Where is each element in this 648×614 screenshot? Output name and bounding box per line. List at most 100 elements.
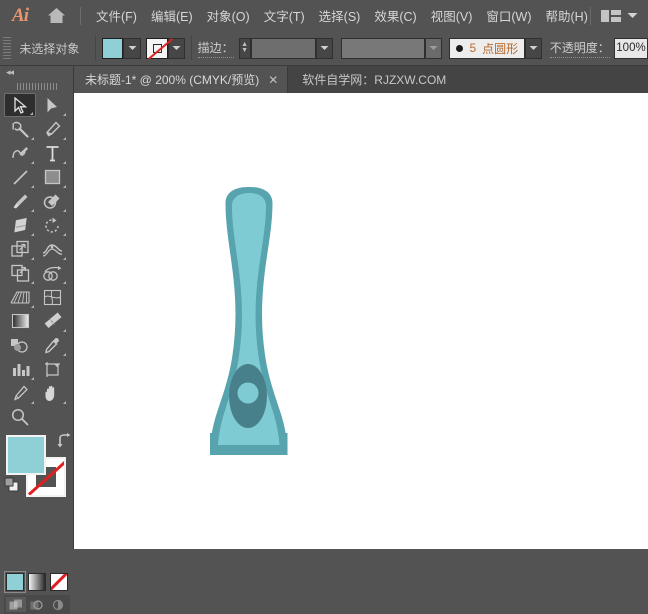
fill-color-swatch[interactable] (6, 435, 46, 475)
rectangle-tool[interactable] (36, 165, 68, 189)
free-transform-tool[interactable] (4, 261, 36, 285)
tool-menu-indicator (63, 401, 66, 404)
width-tool[interactable] (36, 237, 68, 261)
blend-tool[interactable] (4, 333, 36, 357)
app-logo: Ai (12, 4, 29, 26)
tool-menu-indicator (31, 137, 34, 140)
zoom-tool[interactable] (4, 405, 36, 429)
draw-inside-button[interactable] (48, 597, 68, 612)
chevron-down-icon (529, 46, 538, 50)
document-canvas[interactable] (74, 93, 648, 549)
column-graph-tool[interactable] (4, 357, 36, 381)
magic-wand-tool[interactable] (4, 117, 36, 141)
tool-menu-indicator (63, 329, 66, 332)
brush-dropdown-button[interactable] (525, 37, 543, 59)
stroke-swatch[interactable] (146, 37, 174, 60)
curvature-tool[interactable] (4, 141, 36, 165)
illustrator-window: Ai 文件(F) 编辑(E) 对象(O) 文字(T) 选择(S) 效果(C) 视… (0, 0, 648, 614)
brush-name: 点圆形 (482, 41, 519, 56)
tool-menu-indicator (31, 257, 34, 260)
close-icon[interactable]: ✕ (268, 74, 278, 86)
menu-file[interactable]: 文件(F) (89, 2, 144, 29)
artwork-layer[interactable] (74, 93, 648, 549)
chevron-down-icon (320, 46, 329, 50)
menu-select[interactable]: 选择(S) (312, 2, 368, 29)
color-mode-button[interactable] (4, 571, 26, 593)
document-tab-bar: 未标题-1* @ 200% (CMYK/预览) ✕ 软件自学网：RJZXW.CO… (74, 66, 648, 93)
menu-window[interactable]: 窗口(W) (479, 2, 538, 29)
draw-behind-button[interactable] (27, 597, 47, 612)
spatula-hole[interactable] (237, 382, 259, 404)
rotate-tool[interactable] (36, 213, 68, 237)
draw-mode-row (4, 595, 70, 614)
menu-items: 文件(F) 编辑(E) 对象(O) 文字(T) 选择(S) 效果(C) 视图(V… (89, 2, 595, 29)
fill-dropdown-button[interactable] (123, 37, 141, 59)
eyedropper-tool[interactable] (36, 333, 68, 357)
artboard-tool[interactable] (36, 357, 68, 381)
tool-menu-indicator (31, 161, 34, 164)
brush-dot-icon (456, 44, 464, 52)
menu-edit[interactable]: 编辑(E) (144, 2, 200, 29)
tool-menu-indicator (63, 185, 66, 188)
control-bar: 未选择对象 描边： ▲ ▼ 5 点圆形 不透明度： 100% (0, 31, 648, 66)
selection-status: 未选择对象 (19, 41, 80, 56)
menu-object[interactable]: 对象(O) (200, 2, 257, 29)
scale-tool[interactable] (4, 237, 36, 261)
fill-swatch[interactable] (102, 37, 124, 59)
workspace-switcher-icon (601, 9, 621, 22)
document-tab-title: 未标题-1* @ 200% (CMYK/预览) (85, 73, 260, 87)
menu-effect[interactable]: 效果(C) (367, 2, 423, 29)
tool-menu-indicator (63, 137, 66, 140)
chevron-down-icon (128, 46, 137, 50)
mesh-tool[interactable] (36, 285, 68, 309)
selection-tool[interactable] (4, 93, 36, 117)
default-fill-stroke-icon[interactable] (4, 477, 20, 498)
direct-selection-tool[interactable] (36, 93, 68, 117)
tools-panel-grip[interactable] (0, 79, 73, 93)
stroke-weight-label[interactable]: 描边： (197, 39, 234, 58)
swap-fill-stroke-icon[interactable] (56, 433, 72, 453)
stroke-profile-dropdown-button[interactable] (424, 37, 442, 59)
gradient-mode-button[interactable] (28, 573, 46, 591)
control-bar-grip[interactable] (3, 37, 12, 59)
paintbrush-tool[interactable] (4, 189, 36, 213)
tool-menu-indicator (63, 161, 66, 164)
tools-collapse-button[interactable]: ◂◂ (0, 66, 73, 79)
tool-menu-indicator (63, 281, 66, 284)
opacity-input[interactable]: 100% (613, 37, 648, 59)
draw-normal-button[interactable] (6, 597, 26, 612)
stroke-profile-input[interactable] (340, 37, 425, 59)
shaper-tool[interactable] (36, 189, 68, 213)
perspective-grid-tool[interactable] (4, 285, 36, 309)
line-segment-tool[interactable] (4, 165, 36, 189)
control-divider-2 (190, 36, 192, 60)
menu-type[interactable]: 文字(T) (257, 2, 312, 29)
document-tab[interactable]: 未标题-1* @ 200% (CMYK/预览) ✕ (74, 66, 289, 93)
measure-tool[interactable] (36, 309, 68, 333)
menu-divider-right (590, 6, 591, 25)
stroke-weight-dropdown-button[interactable] (316, 37, 334, 59)
menu-divider (80, 6, 81, 25)
shape-builder-tool[interactable] (36, 261, 68, 285)
workspace-switcher[interactable] (582, 0, 638, 31)
eraser-tool[interactable] (4, 213, 36, 237)
menu-bar: Ai 文件(F) 编辑(E) 对象(O) 文字(T) 选择(S) 效果(C) 视… (0, 0, 648, 32)
stroke-weight-input[interactable] (250, 37, 317, 59)
type-tool[interactable] (36, 141, 68, 165)
tool-menu-indicator (31, 209, 34, 212)
pen-tool[interactable] (36, 117, 68, 141)
tool-menu-indicator (63, 257, 66, 260)
tool-menu-indicator (63, 353, 66, 356)
stroke-weight-stepper[interactable]: ▲ ▼ (238, 37, 251, 59)
tool-menu-indicator (31, 401, 34, 404)
none-mode-button[interactable] (50, 573, 68, 591)
menu-view[interactable]: 视图(V) (424, 2, 480, 29)
tool-menu-indicator (31, 377, 34, 380)
watermark-text: 软件自学网：RJZXW.COM (302, 73, 447, 87)
opacity-label[interactable]: 不透明度： (549, 39, 610, 58)
gradient-tool[interactable] (4, 309, 36, 333)
slice-tool[interactable] (4, 381, 36, 405)
hand-tool[interactable] (36, 381, 68, 405)
home-icon[interactable] (40, 0, 72, 31)
brush-definition-box[interactable]: 5 点圆形 (449, 37, 526, 59)
